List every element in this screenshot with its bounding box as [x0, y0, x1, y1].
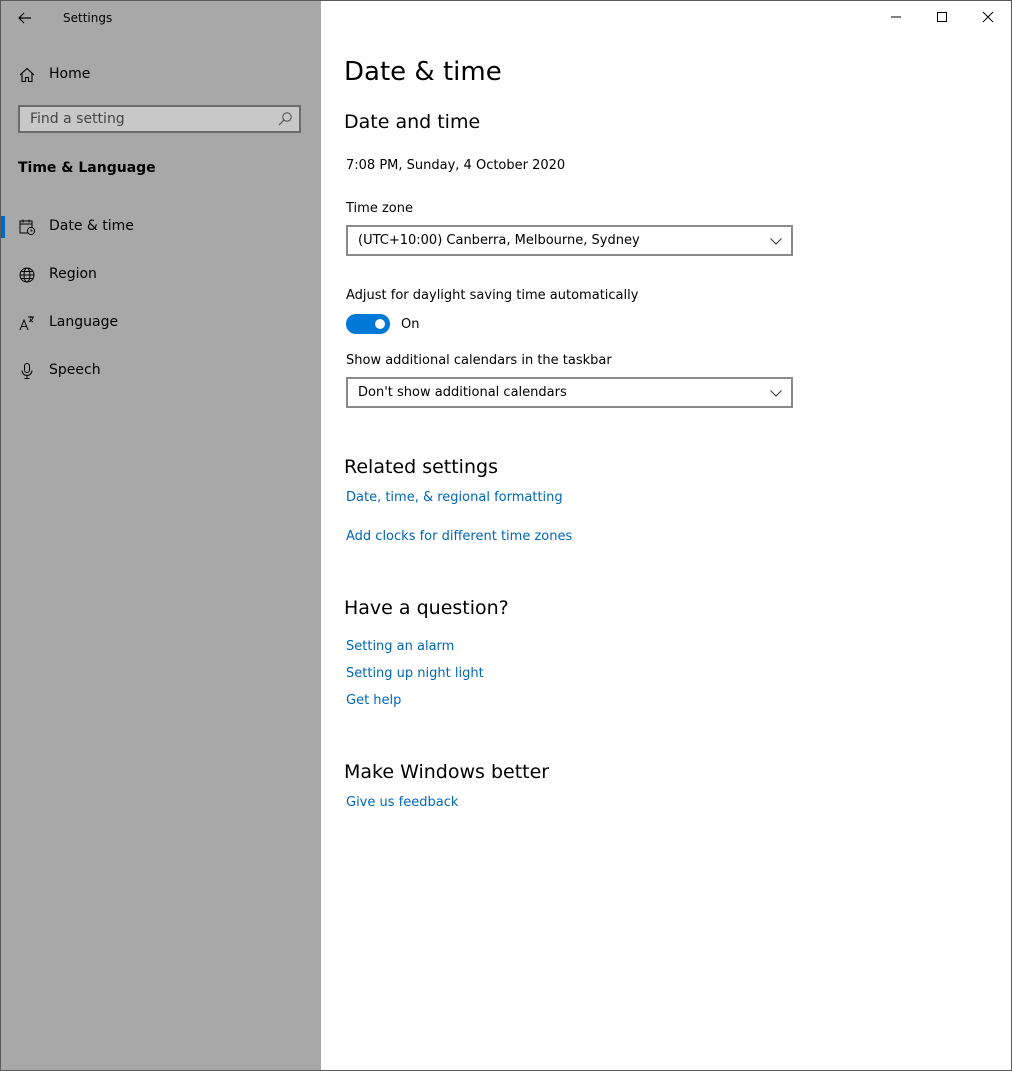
link-get-help[interactable]: Get help [346, 693, 401, 708]
search-box [18, 105, 301, 133]
link-night-light[interactable]: Setting up night light [346, 666, 484, 681]
sidebar-item-date-time[interactable]: Date & time [1, 209, 321, 245]
link-add-clocks[interactable]: Add clocks for different time zones [346, 529, 572, 544]
sidebar: Settings Home Time & Language Date & [1, 1, 321, 1070]
sidebar-item-speech[interactable]: Speech [1, 353, 321, 389]
dst-toggle[interactable] [346, 314, 390, 334]
close-button[interactable] [965, 1, 1011, 33]
app-title: Settings [63, 11, 113, 25]
selected-indicator [1, 216, 5, 238]
minimize-button[interactable] [873, 1, 919, 33]
maximize-button[interactable] [919, 1, 965, 33]
link-give-feedback[interactable]: Give us feedback [346, 795, 458, 810]
section-heading-have-a-question: Have a question? [344, 597, 509, 619]
chevron-down-icon [770, 390, 782, 397]
link-regional-formatting[interactable]: Date, time, & regional formatting [346, 490, 563, 505]
current-datetime: 7:08 PM, Sunday, 4 October 2020 [346, 158, 566, 173]
time-zone-value: (UTC+10:00) Canberra, Melbourne, Sydney [358, 233, 640, 248]
settings-window: Settings Home Time & Language Date & [0, 0, 1012, 1071]
home-icon [19, 67, 35, 83]
section-heading-make-windows-better: Make Windows better [344, 761, 550, 783]
search-input[interactable] [20, 107, 280, 131]
link-setting-alarm[interactable]: Setting an alarm [346, 639, 454, 654]
close-icon [982, 11, 994, 23]
sidebar-item-home[interactable]: Home [1, 57, 321, 93]
calendar-clock-icon [19, 219, 36, 236]
dst-toggle-state: On [401, 317, 420, 332]
page-title: Date & time [344, 57, 502, 87]
toggle-knob [375, 319, 385, 329]
time-zone-dropdown[interactable]: (UTC+10:00) Canberra, Melbourne, Sydney [346, 225, 793, 256]
window-controls [873, 1, 1011, 33]
microphone-icon [21, 363, 33, 379]
time-zone-label: Time zone [346, 201, 413, 216]
back-button[interactable] [9, 3, 41, 33]
chevron-down-icon [770, 238, 782, 245]
calendars-label: Show additional calendars in the taskbar [346, 353, 612, 368]
calendars-value: Don't show additional calendars [358, 385, 567, 400]
sidebar-item-language[interactable]: Language [1, 305, 321, 341]
language-icon [19, 316, 34, 331]
sidebar-section-label: Time & Language [18, 160, 156, 176]
globe-icon [19, 267, 35, 283]
sidebar-item-label: Language [49, 314, 119, 330]
calendars-dropdown[interactable]: Don't show additional calendars [346, 377, 793, 408]
sidebar-item-label: Date & time [49, 218, 134, 234]
dst-label: Adjust for daylight saving time automati… [346, 288, 639, 303]
sidebar-item-home-label: Home [49, 66, 91, 82]
maximize-icon [937, 12, 947, 22]
sidebar-item-label: Speech [49, 362, 101, 378]
sidebar-item-region[interactable]: Region [1, 257, 321, 293]
minimize-icon [891, 16, 901, 18]
section-heading-related-settings: Related settings [344, 456, 498, 478]
sidebar-item-label: Region [49, 266, 97, 282]
section-heading-date-time: Date and time [344, 111, 481, 133]
back-arrow-icon [18, 12, 31, 24]
search-icon[interactable] [277, 111, 293, 127]
